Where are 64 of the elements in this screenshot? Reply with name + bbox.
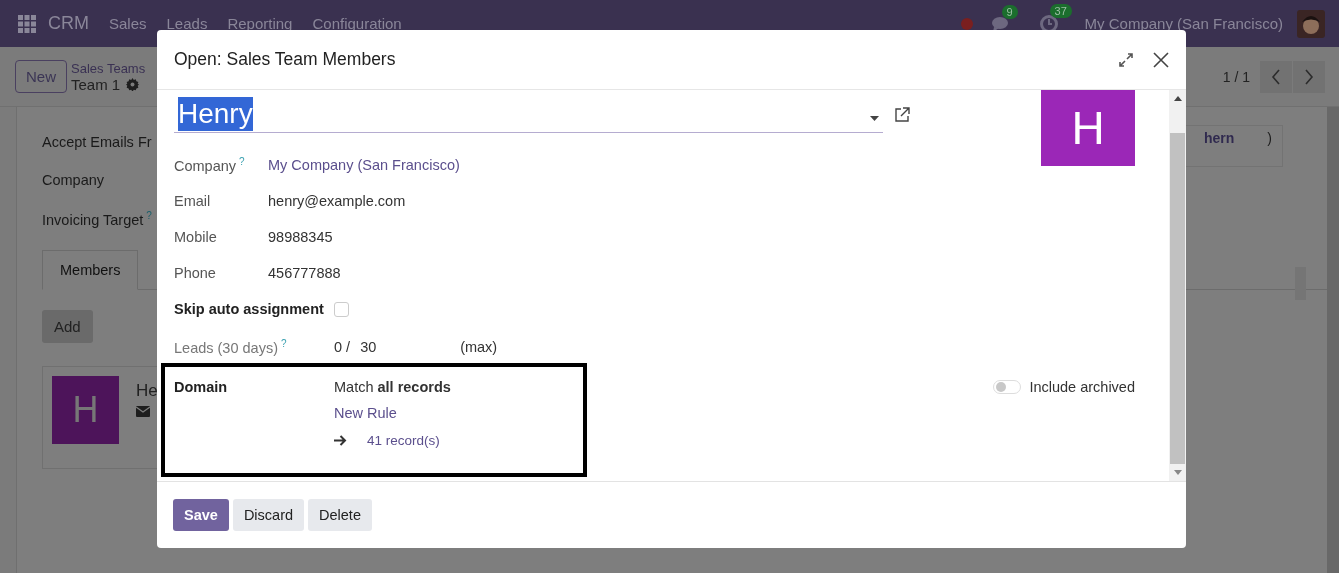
dialog-title: Open: Sales Team Members: [174, 49, 397, 70]
field-label: Accept Emails Fr: [42, 134, 152, 150]
domain-summary: Match all records: [334, 379, 451, 395]
chevron-left-icon: [1271, 68, 1281, 85]
toggle-label: Include archived: [1029, 379, 1135, 395]
field-label: Company: [42, 172, 105, 188]
pager-text: 1 / 1: [1222, 68, 1250, 85]
help-mark: ?: [281, 338, 287, 350]
arrow-right-icon: [334, 435, 347, 446]
caret-icon[interactable]: [870, 115, 879, 121]
field-value: 456777888: [268, 265, 341, 281]
user-avatar[interactable]: [1297, 9, 1325, 38]
help-mark: ?: [239, 156, 245, 168]
field-value: 0 /: [334, 339, 351, 355]
help-mark: ?: [146, 210, 152, 221]
apps-grid-icon[interactable]: [18, 14, 36, 33]
add-button[interactable]: Add: [42, 309, 93, 343]
record-title: Team 1: [71, 75, 121, 93]
tag-text: hern: [1204, 130, 1235, 148]
dialog-button[interactable]: Discard: [232, 499, 305, 531]
status-dot-icon[interactable]: [960, 17, 973, 30]
user-avatar[interactable]: H: [1041, 90, 1135, 166]
field-value: 98988345: [268, 229, 333, 245]
field-label: Mobile: [174, 229, 217, 245]
new-rule-link[interactable]: New Rule: [334, 405, 451, 421]
name-field[interactable]: Henry: [174, 90, 883, 133]
breadcrumb-link[interactable]: Sales Teams: [71, 60, 146, 76]
activity-count-badge: 37: [1049, 3, 1072, 18]
app-name[interactable]: CRM: [48, 13, 89, 34]
tag-text: ): [1267, 130, 1272, 148]
tab[interactable]: Members: [42, 249, 139, 290]
unit-label: (max): [460, 339, 498, 355]
field-label: Phone: [174, 265, 216, 281]
envelope-icon: [136, 405, 150, 417]
field-label: Company: [174, 157, 237, 174]
checkbox[interactable]: [334, 301, 349, 317]
field-value: henry@example.com: [268, 193, 406, 209]
record-count-link[interactable]: 41 record(s): [367, 433, 440, 448]
member-name: He: [136, 380, 158, 401]
field-label: Leads (30 days): [174, 339, 278, 356]
dialog-button[interactable]: Delete: [308, 499, 372, 531]
scroll-down-icon[interactable]: [1173, 470, 1182, 475]
scrollbar[interactable]: [1169, 90, 1186, 481]
menu-item[interactable]: Configuration: [312, 15, 402, 32]
company-link[interactable]: My Company (San Francisco): [268, 157, 460, 173]
member-avatar: H: [52, 375, 119, 444]
field-label: Email: [174, 193, 211, 209]
new-button[interactable]: New: [15, 60, 67, 93]
max-leads-field[interactable]: 30: [360, 339, 461, 355]
dialog-button[interactable]: Save: [173, 499, 229, 531]
settings-icon[interactable]: [126, 77, 140, 91]
external-link-icon[interactable]: [895, 107, 910, 122]
field-label: Invoicing Target: [42, 211, 144, 228]
chevron-right-icon: [1304, 68, 1314, 85]
next-button[interactable]: [1293, 60, 1325, 93]
scroll-up-icon[interactable]: [1173, 96, 1182, 101]
message-count-badge: 9: [1001, 4, 1018, 19]
previous-button[interactable]: [1260, 60, 1292, 93]
close-icon[interactable]: [1153, 51, 1169, 68]
menu-item[interactable]: Leads: [166, 15, 208, 32]
menu-item[interactable]: Sales: [109, 15, 147, 32]
expand-icon[interactable]: [1119, 52, 1133, 67]
menu-item[interactable]: Reporting: [227, 15, 293, 32]
field-label: Skip auto assignment: [174, 301, 325, 317]
